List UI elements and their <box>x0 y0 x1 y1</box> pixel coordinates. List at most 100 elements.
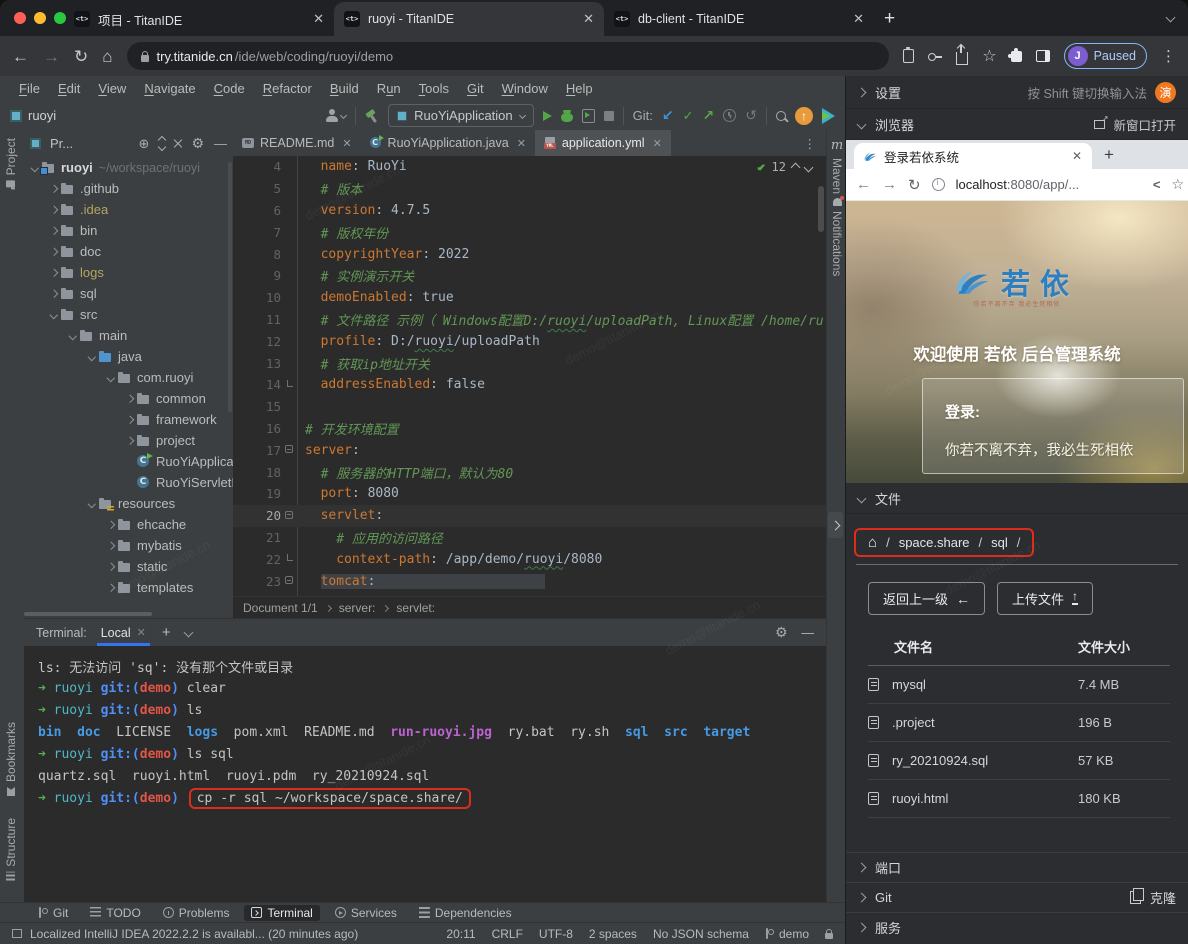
run-icon[interactable] <box>543 111 552 121</box>
tree-chevron-icon[interactable] <box>47 291 60 297</box>
address-bar[interactable]: try.titanide.cn/ide/web/coding/ruoyi/dem… <box>127 42 890 70</box>
tree-chevron-icon[interactable] <box>104 585 117 591</box>
tree-item-RuoYiServletInitializer[interactable]: RuoYiServletInitializer <box>24 472 233 493</box>
breadcrumb-item[interactable]: server: <box>339 601 376 615</box>
embedded-back-icon[interactable]: ← <box>856 176 871 193</box>
tree-item-common[interactable]: common <box>24 388 233 409</box>
settings-section-header[interactable]: 设置 按 Shift 键切换输入法 演 <box>846 76 1188 109</box>
run-coverage-icon[interactable] <box>582 109 595 123</box>
browser-tab[interactable]: 项目 - TitanIDE✕ <box>64 2 334 36</box>
menu-view[interactable]: View <box>89 81 135 96</box>
fold-icon[interactable] <box>285 511 293 519</box>
git-update-icon[interactable]: ↙ <box>662 107 674 124</box>
menu-run[interactable]: Run <box>368 81 410 96</box>
tree-vscrollbar[interactable] <box>228 162 232 412</box>
menu-git[interactable]: Git <box>458 81 493 96</box>
embedded-reload-icon[interactable]: ↻ <box>908 176 921 194</box>
tree-chevron-icon[interactable] <box>47 312 60 318</box>
status-utf-8[interactable]: UTF-8 <box>539 927 573 941</box>
tree-chevron-icon[interactable] <box>123 396 136 402</box>
status-20:11[interactable]: 20:11 <box>446 927 475 941</box>
tab-close-icon[interactable]: ✕ <box>583 11 594 27</box>
tree-chevron-icon[interactable] <box>123 438 136 444</box>
section-服务[interactable]: 服务 <box>846 912 1188 942</box>
embedded-star-icon[interactable]: ☆ <box>1171 176 1184 193</box>
menu-window[interactable]: Window <box>493 81 557 96</box>
tree-chevron-icon[interactable] <box>47 228 60 234</box>
new-tab-button[interactable]: + <box>884 8 895 30</box>
embedded-new-tab-icon[interactable]: + <box>1104 145 1114 165</box>
build-hammer-icon[interactable] <box>365 109 379 123</box>
tree-hscrollbar[interactable] <box>24 612 152 616</box>
embedded-tab[interactable]: 登录若依系统 ✕ <box>854 143 1092 169</box>
file-row-mysql[interactable]: mysql7.4 MB <box>868 666 1170 704</box>
breadcrumb-space.share[interactable]: space.share <box>899 535 970 550</box>
toolwindow-todo[interactable]: TODO <box>83 905 147 921</box>
close-terminal-tab-icon[interactable]: ✕ <box>137 626 146 639</box>
fold-icon[interactable] <box>287 380 293 387</box>
clipboard-icon[interactable] <box>903 49 914 63</box>
status-git-branch[interactable]: demo <box>765 927 809 941</box>
editor-tab-close-icon[interactable]: ✕ <box>517 137 526 150</box>
code-editor[interactable]: ✔✔ 12 4name: RuoYi5# 版本6version: 4.7.57#… <box>233 156 826 596</box>
status-no-json-schema[interactable]: No JSON schema <box>653 927 749 941</box>
search-everywhere-icon[interactable] <box>776 111 786 121</box>
editor-tab-RuoYiApplication.java[interactable]: RuoYiApplication.java✕ <box>361 130 535 156</box>
menu-help[interactable]: Help <box>557 81 602 96</box>
tree-item-src[interactable]: src <box>24 304 233 325</box>
close-window-button[interactable] <box>14 12 26 24</box>
status-2-spaces[interactable]: 2 spaces <box>589 927 637 941</box>
panel-settings-icon[interactable]: ⚙ <box>191 135 204 152</box>
editor-tab-close-icon[interactable]: ✕ <box>653 137 662 150</box>
tree-chevron-icon[interactable] <box>104 375 117 381</box>
embedded-url[interactable]: localhost:8080/app/... <box>956 177 1080 192</box>
browser-menu-icon[interactable]: ⋮ <box>1161 47 1176 65</box>
tree-item-framework[interactable]: framework <box>24 409 233 430</box>
profile-button[interactable]: J Paused <box>1064 43 1147 69</box>
home-icon-breadcrumb[interactable]: ⌂ <box>868 535 877 550</box>
project-widget[interactable]: ruoyi <box>10 108 56 123</box>
hide-panel-icon[interactable]: — <box>214 136 227 151</box>
tree-chevron-icon[interactable] <box>47 249 60 255</box>
back-icon[interactable]: ← <box>12 48 29 65</box>
browser-tab[interactable]: ruoyi - TitanIDE✕ <box>334 2 604 36</box>
extensions-icon[interactable] <box>1011 51 1022 62</box>
editor-tab-close-icon[interactable]: ✕ <box>342 137 351 150</box>
share-icon[interactable] <box>956 52 968 65</box>
menu-code[interactable]: Code <box>205 81 254 96</box>
tree-chevron-icon[interactable] <box>66 333 79 339</box>
toolwindow-git[interactable]: Git <box>30 905 75 921</box>
embedded-forward-icon[interactable]: → <box>882 176 897 193</box>
update-available-icon[interactable]: ↑ <box>795 107 813 125</box>
minimize-window-button[interactable] <box>34 12 46 24</box>
upload-file-button[interactable]: 上传文件 ↑ <box>997 582 1093 615</box>
home-icon[interactable]: ⌂ <box>102 48 112 65</box>
menu-edit[interactable]: Edit <box>49 81 89 96</box>
tree-item-resources[interactable]: resources <box>24 493 233 514</box>
tree-item-ehcache[interactable]: ehcache <box>24 514 233 535</box>
forward-icon[interactable]: → <box>43 48 60 65</box>
tree-chevron-icon[interactable] <box>104 543 117 549</box>
side-panel-icon[interactable] <box>1036 50 1050 62</box>
tree-item-logs[interactable]: logs <box>24 262 233 283</box>
tree-item-com.ruoyi[interactable]: com.ruoyi <box>24 367 233 388</box>
menu-refactor[interactable]: Refactor <box>254 81 321 96</box>
tool-button-maven[interactable]: m Maven <box>830 138 844 194</box>
run-config-select[interactable]: RuoYiApplication <box>388 104 534 127</box>
section-git[interactable]: Git克隆 <box>846 882 1188 912</box>
tree-item-templates[interactable]: templates <box>24 577 233 598</box>
tree-chevron-icon[interactable] <box>85 354 98 360</box>
git-push-icon[interactable]: ↗ <box>703 107 715 124</box>
clone-button[interactable]: 克隆 <box>1130 888 1176 907</box>
toolwindow-terminal[interactable]: Terminal <box>244 905 319 921</box>
locate-file-icon[interactable]: ⊕ <box>139 136 150 152</box>
menu-tools[interactable]: Tools <box>410 81 458 96</box>
tree-chevron-icon[interactable] <box>104 564 117 570</box>
breadcrumb-sql[interactable]: sql <box>991 535 1008 550</box>
tree-item-sql[interactable]: sql <box>24 283 233 304</box>
tree-item-static[interactable]: static <box>24 556 233 577</box>
terminal-dropdown-icon[interactable] <box>183 628 193 638</box>
fold-icon[interactable] <box>285 445 293 453</box>
go-up-button[interactable]: 返回上一级 ← <box>868 582 985 615</box>
tree-chevron-icon[interactable] <box>104 522 117 528</box>
